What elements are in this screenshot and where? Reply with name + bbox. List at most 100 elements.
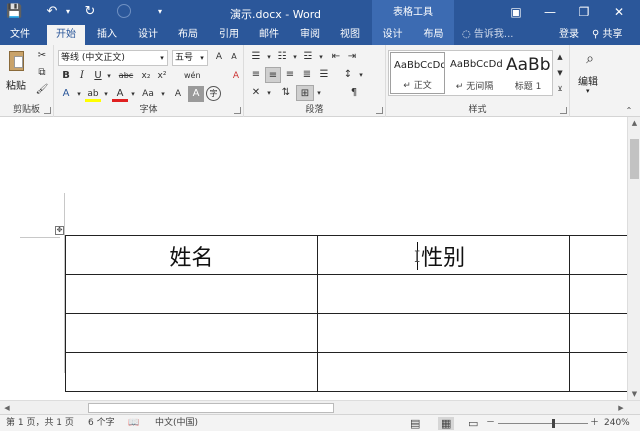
horizontal-scrollbar[interactable]: ◀ ▶	[0, 400, 640, 414]
styles-scroll-up-icon[interactable]: ▲	[554, 49, 566, 65]
bold-button[interactable]: B	[58, 68, 74, 84]
multilevel-list-icon[interactable]: ☲	[300, 49, 316, 65]
line-spacing-icon[interactable]: ↕	[340, 67, 356, 83]
word-count-status[interactable]: 6 个字	[88, 417, 115, 430]
table-cell[interactable]	[568, 235, 627, 275]
justify-icon[interactable]: ≣	[299, 67, 315, 83]
superscript-button[interactable]: x²	[154, 68, 170, 84]
font-color-icon[interactable]: A	[112, 86, 128, 102]
table-move-handle-icon[interactable]: ✥	[55, 226, 64, 235]
change-case-dropdown-icon[interactable]: ▾	[158, 86, 168, 102]
style-no-spacing[interactable]: AaBbCcDd ↵ 无间隔	[447, 52, 502, 94]
save-icon[interactable]: 💾	[6, 4, 22, 20]
scroll-up-icon[interactable]: ▲	[628, 117, 640, 129]
tab-references[interactable]: 引用	[213, 25, 245, 45]
east-asian-layout-icon[interactable]: ✕	[248, 85, 264, 101]
table-cell[interactable]	[568, 352, 627, 392]
document-table[interactable]: 姓名 性别	[65, 235, 627, 392]
scroll-left-icon[interactable]: ◀	[2, 402, 12, 414]
font-launcher-icon[interactable]	[234, 107, 241, 114]
highlight-icon[interactable]: ab	[85, 86, 101, 102]
customize-qat-icon[interactable]: ▾	[152, 4, 168, 20]
borders-icon[interactable]: ⊞	[296, 85, 314, 101]
proofing-icon[interactable]: 📖	[128, 417, 139, 430]
table-cell[interactable]	[65, 313, 318, 353]
line-spacing-dropdown-icon[interactable]: ▾	[356, 67, 366, 83]
grow-shrink-icon[interactable]: A	[170, 86, 186, 102]
character-shading-icon[interactable]: A	[188, 86, 204, 102]
east-asian-dropdown-icon[interactable]: ▾	[264, 85, 274, 101]
tab-file[interactable]: 文件	[4, 25, 36, 45]
decrease-indent-icon[interactable]: ⇤	[328, 49, 344, 65]
zoom-slider-thumb[interactable]	[552, 419, 555, 428]
grow-font-icon[interactable]: A	[211, 49, 227, 65]
tab-insert[interactable]: 插入	[91, 25, 123, 45]
table-cell[interactable]	[65, 352, 318, 392]
zoom-out-button[interactable]: －	[486, 417, 495, 430]
italic-button[interactable]: I	[74, 68, 90, 84]
vertical-scroll-thumb[interactable]	[630, 139, 639, 179]
paste-label[interactable]: 粘贴	[6, 77, 26, 92]
document-page[interactable]: ✥ 姓名 性别 I	[0, 117, 627, 400]
language-status[interactable]: 中文(中国)	[155, 417, 198, 430]
tab-mailings[interactable]: 邮件	[253, 25, 285, 45]
tab-view[interactable]: 视图	[334, 25, 366, 45]
share-button[interactable]: ⚲ 共享	[592, 25, 623, 45]
tab-table-layout[interactable]: 布局	[413, 25, 454, 45]
scroll-down-icon[interactable]: ▼	[628, 388, 640, 400]
change-case-icon[interactable]: Aa	[140, 86, 156, 102]
vertical-scrollbar[interactable]: ▲ ▼	[627, 117, 640, 400]
multilevel-dropdown-icon[interactable]: ▾	[316, 49, 326, 65]
tell-me-search[interactable]: ◌ 告诉我...	[462, 28, 532, 42]
text-effects-dropdown-icon[interactable]: ▾	[74, 86, 84, 102]
style-heading-1[interactable]: AaBb 标题 1	[503, 52, 553, 94]
font-name-dropdown-icon[interactable]: ▾	[157, 51, 167, 65]
font-color-dropdown-icon[interactable]: ▾	[128, 86, 138, 102]
underline-dropdown-icon[interactable]: ▾	[104, 68, 114, 84]
touch-mode-icon[interactable]	[117, 4, 131, 18]
align-center-icon[interactable]: ≡	[265, 67, 281, 83]
web-layout-icon[interactable]: ▭	[468, 417, 478, 430]
table-cell[interactable]	[316, 313, 570, 353]
zoom-level[interactable]: 240%	[604, 417, 630, 430]
styles-launcher-icon[interactable]	[560, 107, 567, 114]
group-editing[interactable]: ⌕ 编辑 ▾	[570, 45, 610, 117]
styles-scroll-down-icon[interactable]: ▼	[554, 65, 566, 81]
table-cell[interactable]	[568, 313, 627, 353]
read-mode-icon[interactable]: ▤	[410, 417, 420, 430]
tab-home[interactable]: 开始	[47, 25, 85, 45]
paste-button[interactable]	[6, 49, 28, 75]
bullets-icon[interactable]: ☰	[248, 49, 264, 65]
clipboard-launcher-icon[interactable]	[44, 107, 51, 114]
numbering-icon[interactable]: ☷	[274, 49, 290, 65]
table-cell[interactable]	[568, 274, 627, 314]
print-layout-icon[interactable]: ▦	[438, 417, 455, 430]
cut-icon[interactable]: ✂	[34, 48, 50, 64]
shrink-font-icon[interactable]: A	[226, 49, 242, 65]
undo-icon[interactable]: ↶	[44, 4, 60, 20]
table-cell[interactable]: 姓名	[65, 235, 318, 275]
table-cell[interactable]	[65, 274, 318, 314]
tab-review[interactable]: 审阅	[294, 25, 326, 45]
zoom-in-button[interactable]: ＋	[590, 417, 599, 430]
increase-indent-icon[interactable]: ⇥	[344, 49, 360, 65]
ribbon-display-options-icon[interactable]: ▣	[505, 3, 527, 21]
align-right-icon[interactable]: ≡	[282, 67, 298, 83]
format-painter-icon[interactable]: 🖌	[34, 82, 50, 98]
strikethrough-button[interactable]: abc	[116, 68, 136, 84]
phonetic-guide-icon[interactable]: wén	[184, 68, 201, 84]
redo-icon[interactable]: ↻	[82, 4, 98, 20]
sort-icon[interactable]: ⇅	[278, 85, 294, 101]
table-cell[interactable]: 性别	[316, 235, 570, 275]
tab-design[interactable]: 设计	[132, 25, 164, 45]
minimize-button[interactable]: —	[539, 3, 561, 21]
borders-dropdown-icon[interactable]: ▾	[314, 85, 324, 101]
font-size-combo[interactable]: 五号 ▾	[172, 50, 208, 66]
styles-more-icon[interactable]: ⊻	[554, 81, 566, 97]
tab-layout[interactable]: 布局	[172, 25, 204, 45]
zoom-slider[interactable]	[498, 423, 588, 424]
style-normal[interactable]: AaBbCcDd ↵ 正文	[390, 52, 445, 94]
horizontal-scroll-thumb[interactable]	[88, 403, 334, 413]
scroll-right-icon[interactable]: ▶	[616, 402, 626, 414]
restore-button[interactable]: ❐	[573, 3, 595, 21]
